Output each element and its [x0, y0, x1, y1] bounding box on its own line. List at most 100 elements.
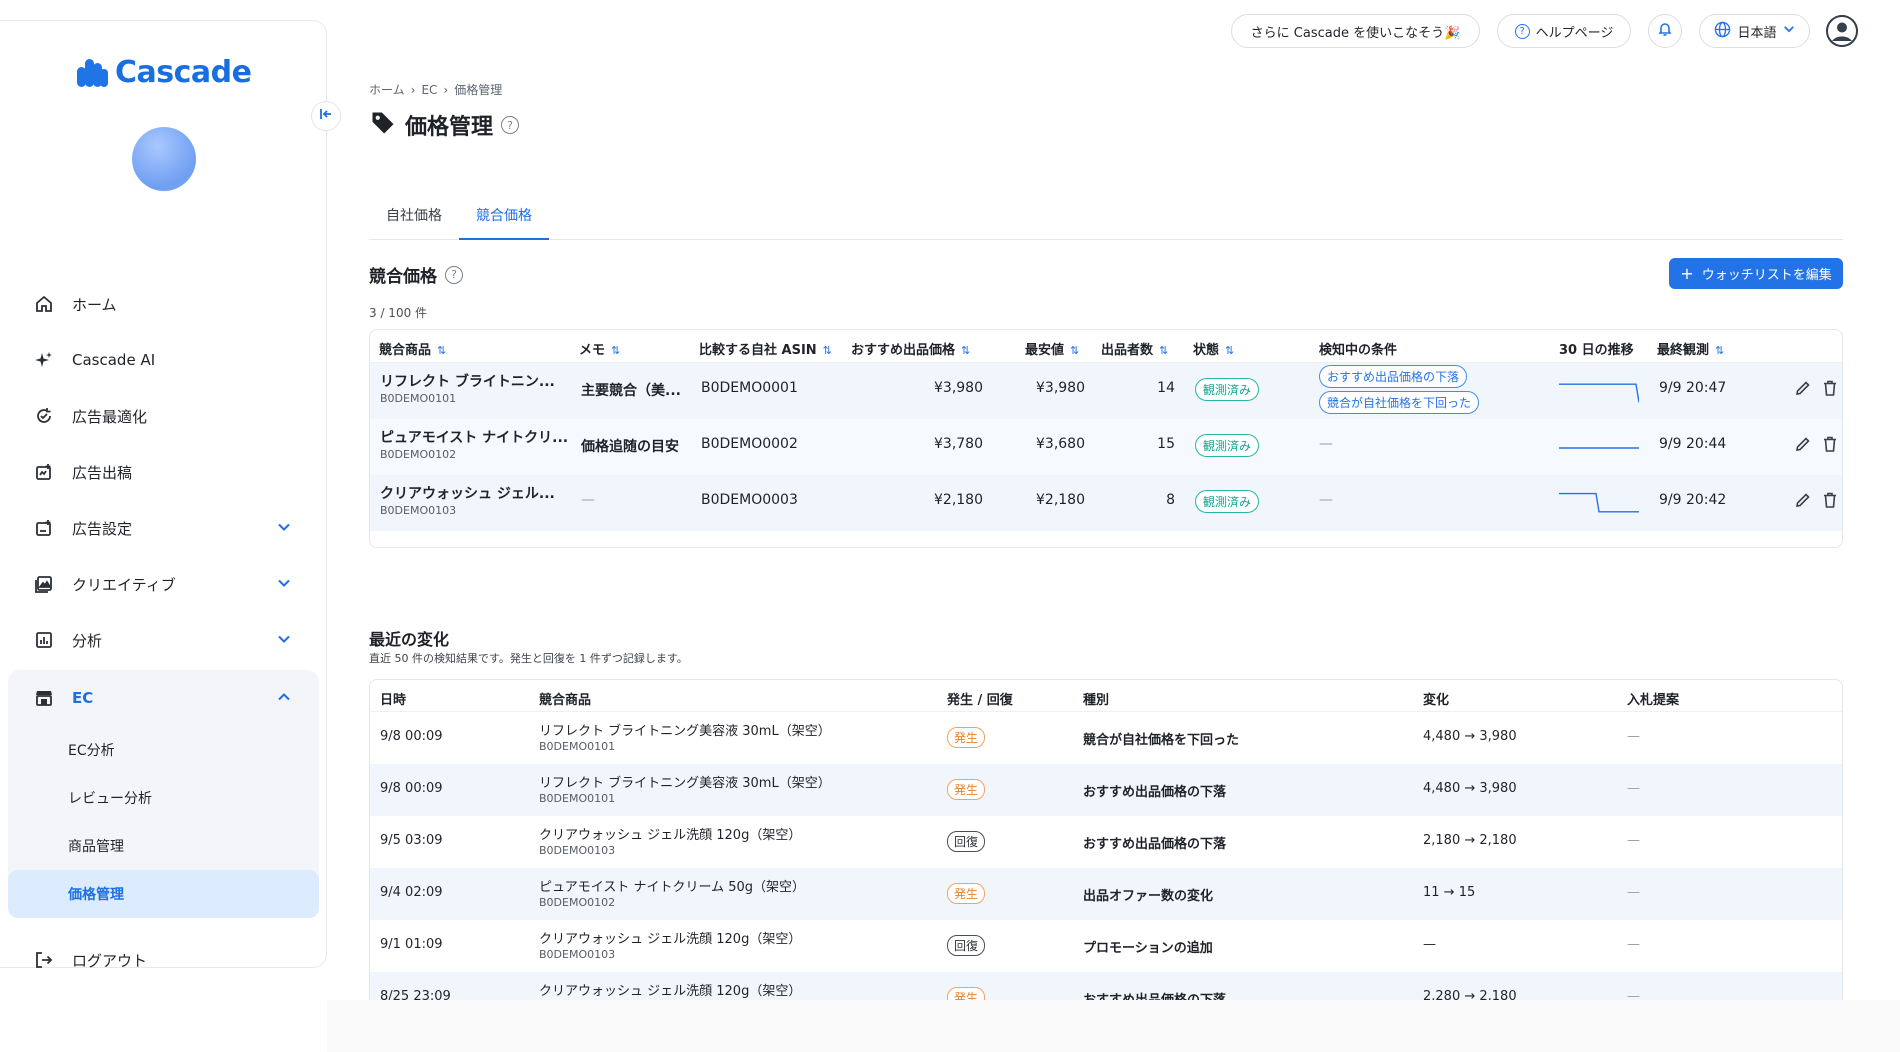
help-icon[interactable]: ?	[445, 265, 463, 284]
change-kind: 出品オファー数の変化	[1083, 889, 1214, 904]
sidebar-item-ad-optimization[interactable]: 広告最適化	[8, 388, 319, 444]
cascade-logo[interactable]: Cascade	[77, 55, 252, 90]
table-row[interactable]: 9/4 02:09 ピュアモイスト ナイトクリーム 50g（架空） B0DEMO01…	[370, 868, 1842, 920]
delete-icon[interactable]	[1823, 380, 1837, 400]
col-header-memo[interactable]: メモ ⇅	[579, 339, 620, 358]
col-label: 検知中の条件	[1319, 343, 1398, 358]
edit-icon[interactable]	[1795, 492, 1811, 512]
help-icon[interactable]: ?	[501, 116, 520, 134]
trend-sparkline	[1559, 447, 1639, 449]
table-row[interactable]: リフレクト ブライトニン... B0DEMO0101 主要競合（美... B0D…	[370, 363, 1842, 419]
sidebar-item-creative[interactable]: クリエイティブ	[8, 556, 319, 612]
product-name[interactable]: リフレクト ブライトニング美容液 30mL（架空）	[539, 720, 831, 739]
sparkline-path	[1559, 383, 1640, 403]
col-header-lowest[interactable]: 最安値 ⇅	[1025, 339, 1079, 358]
table-row[interactable]: 9/5 03:09 クリアウォッシュ ジェル洗顔 120g（架空） B0DEMO01…	[370, 816, 1842, 868]
col-header-product[interactable]: 競合商品 ⇅	[379, 339, 446, 358]
change-date: 9/8 00:09	[380, 729, 443, 744]
sidebar-nav: ホーム Cascade AI 広告最適化 広告出稿 広告設定 クリエイティブ 分…	[8, 276, 319, 988]
delete-icon[interactable]	[1823, 492, 1837, 512]
bell-icon	[1658, 21, 1672, 41]
breadcrumb-current: 価格管理	[454, 83, 503, 97]
change-kind: プロモーションの追加	[1083, 941, 1213, 956]
table-row[interactable]: 9/8 00:09 リフレクト ブライトニング美容液 30mL（架空） B0DEMO…	[370, 712, 1842, 764]
product-name[interactable]: クリアウォッシュ ジェル洗顔 120g（架空）	[539, 928, 801, 947]
sidebar-item-logout[interactable]: ログアウト	[8, 932, 319, 988]
col-header-own-asin[interactable]: 比較する自社 ASIN ⇅	[699, 339, 832, 358]
chevron-down-icon	[1783, 23, 1795, 39]
user-avatar-icon[interactable]	[1826, 15, 1858, 47]
product-name[interactable]: クリアウォッシュ ジェル洗顔 120g（架空）	[539, 824, 801, 843]
sidebar-subitem-price-management[interactable]: 価格管理	[8, 870, 319, 918]
col-header-trend: 30 日の推移	[1559, 339, 1634, 358]
tab-own-price[interactable]: 自社価格	[369, 195, 459, 240]
product-name[interactable]: リフレクト ブライトニング美容液 30mL（架空）	[539, 772, 831, 791]
help-page-button[interactable]: ? ヘルプページ	[1497, 14, 1631, 48]
sidebar-subitem-review-analysis[interactable]: レビュー分析	[8, 774, 319, 822]
competitor-table: 競合商品 ⇅ メモ ⇅ 比較する自社 ASIN ⇅ おすすめ出品価格 ⇅ 最安値 ⇅ 出品…	[369, 329, 1843, 548]
col-header-featured-price[interactable]: おすすめ出品価格 ⇅	[851, 339, 970, 358]
item-count: 3 / 100 件	[369, 306, 428, 320]
sparkle-icon	[33, 349, 55, 371]
sidebar-item-ad-publish[interactable]: 広告出稿	[8, 444, 319, 500]
seller-count: 15	[1157, 436, 1175, 452]
change-value: 4,480 → 3,980	[1423, 781, 1517, 796]
col-header-last-observed[interactable]: 最終観測 ⇅	[1657, 339, 1724, 358]
plus-icon: +	[1680, 264, 1694, 283]
promo-label: さらに Cascade を使いこなそう🎉	[1250, 25, 1461, 41]
language-select[interactable]: 日本語	[1699, 14, 1810, 48]
breadcrumb: ホーム › EC › 価格管理	[369, 81, 502, 98]
sidebar: Cascade ホーム Cascade AI 広告最適化 広告出稿 広告設定 ク…	[0, 20, 327, 970]
chevron-down-icon	[277, 520, 291, 538]
col-header-change: 変化	[1423, 693, 1450, 708]
col-header-status[interactable]: 状態 ⇅	[1193, 339, 1234, 358]
sidebar-item-cascade-ai[interactable]: Cascade AI	[8, 332, 319, 388]
product-name[interactable]: クリアウォッシュ ジェル洗顔 120g（架空）	[539, 980, 801, 999]
product-name[interactable]: ピュアモイスト ナイトクリ...	[380, 427, 568, 447]
change-value: 4,480 → 3,980	[1423, 729, 1517, 744]
change-kind: おすすめ出品価格の下落	[1083, 989, 1226, 1000]
change-kind: おすすめ出品価格の下落	[1083, 837, 1227, 852]
edit-icon[interactable]	[1795, 380, 1811, 400]
section-title-text: 競合価格	[369, 267, 437, 287]
edit-watchlist-label: ウォッチリストを編集	[1701, 268, 1832, 283]
delete-icon[interactable]	[1823, 436, 1837, 456]
sort-icon: ⇅	[611, 344, 621, 357]
sidebar-item-ec[interactable]: EC	[8, 670, 319, 726]
condition-tag: 競合が自社価格を下回った	[1319, 391, 1480, 414]
change-date: 9/1 01:09	[380, 937, 443, 952]
lowest-price: ¥2,180	[1036, 492, 1085, 508]
table-row[interactable]: 9/1 01:09 クリアウォッシュ ジェル洗顔 120g（架空） B0DEMO01…	[370, 920, 1842, 972]
col-label: 競合商品	[379, 343, 432, 358]
product-name[interactable]: ピュアモイスト ナイトクリーム 50g（架空）	[539, 876, 805, 895]
table-row[interactable]: 8/25 23:09クリアウォッシュ ジェル洗顔 120g（架空）B0DEMO0…	[370, 972, 1842, 1000]
tab-competitor-price[interactable]: 競合価格	[459, 195, 549, 240]
col-label: メモ	[579, 343, 606, 358]
col-label: おすすめ出品価格	[851, 343, 956, 358]
sidebar-item-home[interactable]: ホーム	[8, 276, 319, 332]
breadcrumb-home[interactable]: ホーム	[369, 81, 405, 98]
product-name[interactable]: リフレクト ブライトニン...	[380, 371, 555, 391]
brand-name: Cascade	[115, 55, 252, 90]
own-asin: B0DEMO0003	[701, 492, 798, 508]
sidebar-subitem-ec-analysis[interactable]: EC分析	[8, 726, 319, 774]
promo-button[interactable]: さらに Cascade を使いこなそう🎉	[1231, 14, 1480, 48]
product-asin: B0DEMO0101	[539, 740, 616, 753]
col-header-sellers[interactable]: 出品者数 ⇅	[1101, 339, 1168, 358]
breadcrumb-ec[interactable]: EC	[421, 83, 437, 97]
col-label: 30 日の推移	[1559, 343, 1634, 358]
table-row[interactable]: 9/8 00:09 リフレクト ブライトニング美容液 30mL（架空） B0DEMO…	[370, 764, 1842, 816]
table-row[interactable]: ピュアモイスト ナイトクリ... B0DEMO0102 価格追随の目安 B0DE…	[370, 419, 1842, 475]
condition-tag: おすすめ出品価格の下落	[1319, 365, 1468, 388]
sidebar-subitem-product-management[interactable]: 商品管理	[8, 822, 319, 870]
edit-watchlist-button[interactable]: + ウォッチリストを編集	[1669, 258, 1843, 289]
collapse-sidebar-button[interactable]	[311, 101, 341, 131]
table-row[interactable]: クリアウォッシュ ジェル... B0DEMO0103 — B0DEMO0003 …	[370, 475, 1842, 531]
sidebar-item-analysis[interactable]: 分析	[8, 612, 319, 668]
product-name[interactable]: クリアウォッシュ ジェル...	[380, 483, 555, 503]
sidebar-item-ad-settings[interactable]: 広告設定	[8, 500, 319, 556]
help-icon: ?	[1514, 23, 1530, 39]
edit-icon[interactable]	[1795, 436, 1811, 456]
col-header-product: 競合商品	[539, 693, 592, 708]
notifications-button[interactable]	[1648, 14, 1682, 48]
